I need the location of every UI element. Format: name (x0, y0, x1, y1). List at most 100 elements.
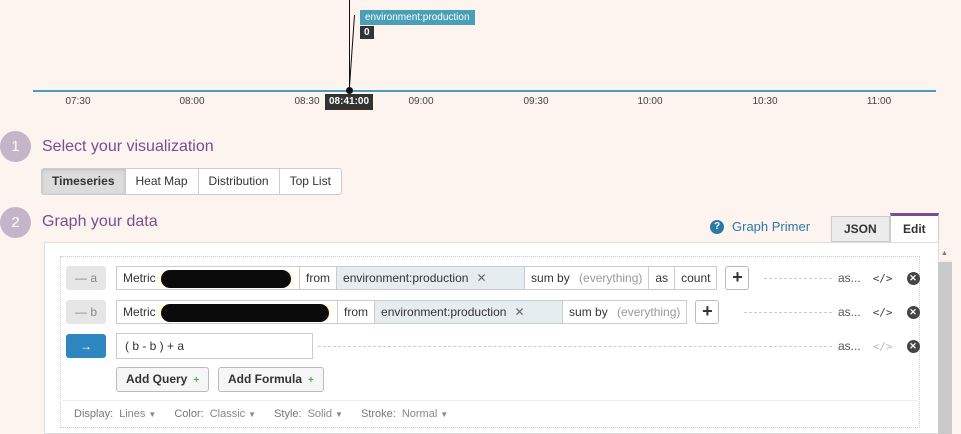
query-row-b: — b Metric from environment:production ✕ … (66, 299, 720, 325)
step-title: Select your visualization (42, 138, 214, 155)
code-icon[interactable]: </> (873, 306, 893, 319)
help-circle-icon: ? (710, 219, 724, 234)
x-tick-label: 11:00 (866, 96, 892, 107)
tab-json[interactable]: JSON (831, 216, 890, 242)
option-label: Color: (174, 408, 204, 420)
tag-chip[interactable]: environment:production ✕ (337, 267, 526, 289)
style-option[interactable]: Style: Solid ▼ (274, 408, 343, 420)
metric-segment[interactable]: Metric (117, 267, 301, 289)
sum-by-value: (everything) (579, 271, 643, 285)
metric-label: Metric (123, 305, 156, 319)
visualization-selector: Timeseries Heat Map Distribution Top Lis… (41, 168, 342, 195)
x-tick-label: 07:30 (65, 96, 91, 107)
tab-edit[interactable]: Edit (890, 213, 939, 243)
tag-chip[interactable]: environment:production ✕ (375, 301, 564, 323)
option-label: Style: (274, 408, 302, 420)
option-value: Lines (119, 408, 146, 420)
series-line (33, 90, 936, 92)
metric-name-redacted (159, 303, 332, 322)
option-value: Classic (209, 408, 246, 420)
code-icon[interactable]: </> (873, 272, 893, 285)
remove-tag-icon[interactable]: ✕ (514, 305, 524, 319)
sum-by-label: sum by (531, 271, 570, 285)
formula-input[interactable]: ( b - b ) + a (116, 333, 313, 359)
metric-segment[interactable]: Metric (117, 301, 339, 323)
caret-down-icon: ▼ (335, 410, 343, 419)
tooltip-value: 0 (360, 26, 374, 39)
cursor-time-label: 08:41:00 (325, 94, 374, 110)
display-option[interactable]: Display: Lines ▼ (74, 408, 156, 420)
formula-actions: as... </> ✕ (838, 339, 920, 353)
caret-down-icon: ▼ (248, 410, 257, 419)
close-circle-icon[interactable]: ✕ (906, 339, 920, 353)
cursor-dot (346, 87, 353, 94)
display-options-bar: Display: Lines ▼ Color: Classic ▼ Style: Soli… (62, 400, 918, 420)
x-tick-label: 10:30 (752, 96, 778, 107)
tag-chip-label: environment:production (343, 271, 469, 285)
viz-timeseries-button[interactable]: Timeseries (42, 169, 126, 194)
metric-label: Metric (123, 271, 156, 285)
option-label: Stroke: (360, 408, 396, 420)
stroke-option[interactable]: Stroke: Normal ▼ (361, 408, 448, 420)
sum-by-label: sum by (569, 305, 608, 319)
from-label: from (300, 267, 338, 289)
from-label: from (338, 301, 376, 323)
add-function-button[interactable]: + (725, 266, 750, 290)
x-tick-label: 08:00 (179, 96, 205, 107)
color-option[interactable]: Color: Classic ▼ (174, 408, 256, 420)
query-b-actions: as... </> ✕ (838, 305, 920, 319)
step-title: Graph your data (42, 213, 158, 230)
query-a-actions: as... </> ✕ (838, 271, 920, 285)
query-label-b[interactable]: — b (66, 300, 106, 324)
row-dash-line (318, 346, 832, 347)
x-tick-label: 09:30 (523, 96, 549, 107)
alias-input-formula[interactable]: as... (838, 339, 861, 353)
remove-tag-icon[interactable]: ✕ (476, 271, 486, 285)
option-label: Display: (74, 408, 114, 420)
add-formula-button[interactable]: Add Formula + (218, 367, 324, 392)
tooltip-tag-label: environment:production (360, 10, 475, 25)
tag-chip-label: environment:production (381, 305, 507, 319)
viz-toplist-button[interactable]: Top List (280, 169, 341, 194)
graph-primer-link[interactable]: ? Graph Primer (710, 219, 810, 234)
query-editor-b[interactable]: Metric from environment:production ✕ sum … (116, 300, 688, 324)
query-editor-a[interactable]: Metric from environment:production ✕ sum … (116, 266, 718, 290)
close-circle-icon[interactable]: ✕ (906, 305, 920, 319)
caret-down-icon: ▼ (440, 410, 449, 419)
scrollbar-thumb[interactable] (938, 262, 952, 434)
viz-distribution-button[interactable]: Distribution (199, 169, 280, 194)
alias-input-a[interactable]: as... (838, 271, 861, 285)
plus-icon: + (308, 375, 314, 386)
option-value: Solid (307, 408, 333, 420)
viz-heatmap-button[interactable]: Heat Map (126, 169, 199, 194)
plus-icon: + (193, 375, 200, 386)
row-dash-line (744, 312, 832, 313)
step-number: 1 (0, 131, 31, 162)
sum-by-segment[interactable]: sum by (everything) (563, 301, 686, 323)
as-count-select[interactable]: count (675, 267, 716, 289)
formula-row: → ( b - b ) + a (66, 333, 313, 359)
formula-arrow-label[interactable]: → (66, 334, 106, 358)
timeseries-graph[interactable]: environment:production 0 07:30 08:00 08:… (0, 0, 961, 118)
close-circle-icon[interactable]: ✕ (906, 271, 920, 285)
add-formula-label: Add Formula (228, 372, 302, 386)
x-tick-label: 09:00 (408, 96, 434, 107)
alias-input-b[interactable]: as... (838, 305, 861, 319)
sum-by-segment[interactable]: sum by (everything) (525, 267, 650, 289)
query-row-a: — a Metric from environment:production ✕ … (66, 265, 750, 291)
add-function-button[interactable]: + (695, 300, 720, 324)
x-tick-label: 10:00 (637, 96, 663, 107)
metric-name-redacted (159, 269, 294, 288)
as-label: as (649, 267, 676, 289)
graph-primer-label: Graph Primer (732, 219, 811, 234)
x-tick-label: 08:30 (294, 96, 320, 107)
option-value: Normal (401, 408, 438, 420)
sum-by-value: (everything) (617, 305, 681, 319)
row-dash-line (764, 278, 832, 279)
step-number: 2 (0, 207, 31, 238)
add-query-label: Add Query (126, 372, 188, 386)
scroll-up-arrow-icon[interactable]: ▲ (941, 250, 948, 257)
query-label-a[interactable]: — a (66, 266, 106, 290)
caret-down-icon: ▼ (148, 410, 157, 419)
add-query-button[interactable]: Add Query + (116, 367, 210, 392)
